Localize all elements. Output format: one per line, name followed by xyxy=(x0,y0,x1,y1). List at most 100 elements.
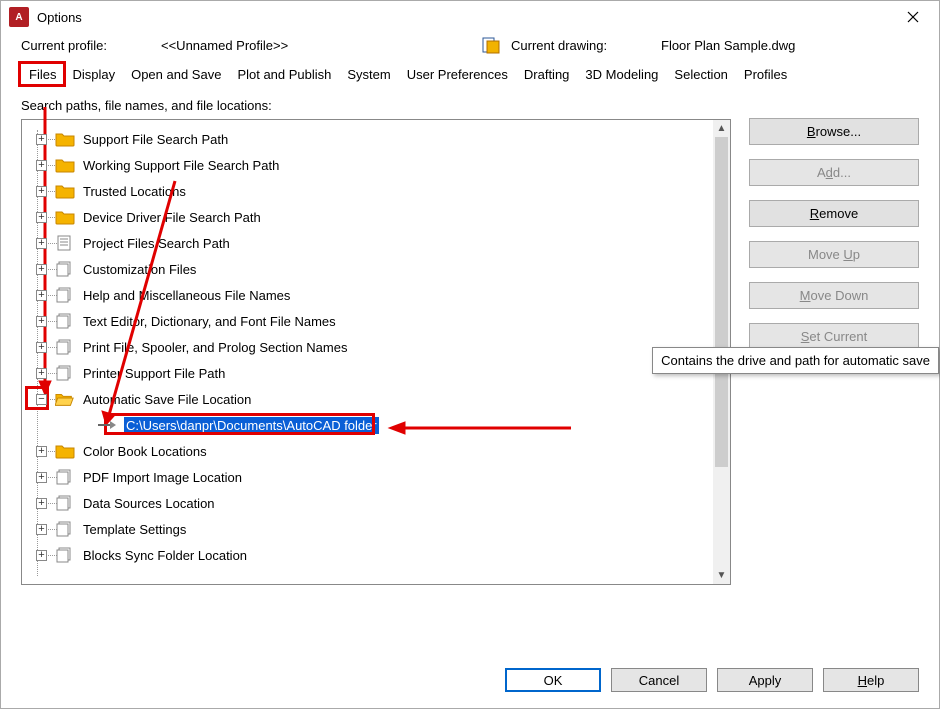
move-up-button[interactable]: Move Up xyxy=(749,241,919,268)
tab-system[interactable]: System xyxy=(339,63,398,88)
tree-node-label: Device Driver File Search Path xyxy=(83,210,261,225)
folder-icon xyxy=(55,209,75,225)
expand-toggle[interactable]: + xyxy=(36,368,47,379)
expand-toggle[interactable]: + xyxy=(36,186,47,197)
remove-button[interactable]: Remove xyxy=(749,200,919,227)
expand-toggle[interactable]: + xyxy=(36,524,47,535)
tree-node[interactable]: + Project Files Search Path xyxy=(26,230,726,256)
tree-node[interactable]: + Color Book Locations xyxy=(26,438,726,464)
folder-icon xyxy=(55,157,75,173)
expand-toggle[interactable]: − xyxy=(36,394,47,405)
tab-3d-modeling[interactable]: 3D Modeling xyxy=(577,63,666,88)
tooltip: Contains the drive and path for automati… xyxy=(652,347,939,374)
folder-open-icon xyxy=(55,391,75,407)
stack-icon xyxy=(55,495,75,511)
move-down-button[interactable]: Move Down xyxy=(749,282,919,309)
expand-toggle[interactable]: + xyxy=(36,472,47,483)
tab-plot-and-publish[interactable]: Plot and Publish xyxy=(229,63,339,88)
drawing-label: Current drawing: xyxy=(511,38,661,53)
tree-node[interactable]: + Support File Search Path xyxy=(26,126,726,152)
tab-strip: FilesDisplayOpen and SavePlot and Publis… xyxy=(1,63,939,88)
expand-toggle[interactable]: + xyxy=(36,134,47,145)
tab-profiles[interactable]: Profiles xyxy=(736,63,795,88)
tree-node[interactable]: + Working Support File Search Path xyxy=(26,152,726,178)
dialog-footer: OK Cancel Apply Help xyxy=(505,668,919,692)
tab-display[interactable]: Display xyxy=(64,63,123,88)
tree-node-label: Print File, Spooler, and Prolog Section … xyxy=(83,340,347,355)
drawing-value: Floor Plan Sample.dwg xyxy=(661,38,795,53)
side-button-panel: Browse... Add... Remove Move Up Move Dow… xyxy=(749,98,919,585)
profile-value: <<Unnamed Profile>> xyxy=(161,38,341,53)
tree-node[interactable]: + Blocks Sync Folder Location xyxy=(26,542,726,568)
tree-node[interactable]: + Help and Miscellaneous File Names xyxy=(26,282,726,308)
stack-icon xyxy=(55,339,75,355)
tab-files[interactable]: Files xyxy=(21,63,64,88)
drawing-file-icon xyxy=(481,35,501,55)
close-icon xyxy=(907,11,919,23)
ok-button[interactable]: OK xyxy=(505,668,601,692)
file-tree[interactable]: + Support File Search Path + Working Suppor… xyxy=(21,119,731,585)
tree-node-label: Help and Miscellaneous File Names xyxy=(83,288,290,303)
tree-child-node[interactable]: C:\Users\danpr\Documents\AutoCAD folder xyxy=(26,412,726,438)
tree-node[interactable]: +Customization Files xyxy=(26,256,726,282)
cancel-button[interactable]: Cancel xyxy=(611,668,707,692)
help-button[interactable]: Help xyxy=(823,668,919,692)
tree-node-label: PDF Import Image Location xyxy=(83,470,242,485)
tree-node-label: Project Files Search Path xyxy=(83,236,230,251)
expand-toggle[interactable]: + xyxy=(36,342,47,353)
tree-node[interactable]: + Print File, Spooler, and Prolog Section… xyxy=(26,334,726,360)
tree-node[interactable]: + Printer Support File Path xyxy=(26,360,726,386)
tab-selection[interactable]: Selection xyxy=(666,63,735,88)
scroll-up-button[interactable]: ▲ xyxy=(713,120,730,137)
set-current-button[interactable]: Set Current xyxy=(749,323,919,350)
scroll-down-button[interactable]: ▼ xyxy=(713,567,730,584)
tree-node-label: Text Editor, Dictionary, and Font File N… xyxy=(83,314,336,329)
expand-toggle[interactable]: + xyxy=(36,160,47,171)
expand-toggle[interactable]: + xyxy=(36,498,47,509)
tree-node-label: Color Book Locations xyxy=(83,444,207,459)
tree-node-label: Blocks Sync Folder Location xyxy=(83,548,247,563)
tree-node-label: Printer Support File Path xyxy=(83,366,225,381)
expand-toggle[interactable]: + xyxy=(36,212,47,223)
tree-node-label: Support File Search Path xyxy=(83,132,228,147)
expand-toggle[interactable]: + xyxy=(36,550,47,561)
tree-path-value: C:\Users\danpr\Documents\AutoCAD folder xyxy=(124,417,379,434)
stack-icon xyxy=(55,261,75,277)
scroll-thumb[interactable] xyxy=(715,137,728,467)
stack-icon xyxy=(55,547,75,563)
add-button[interactable]: Add... xyxy=(749,159,919,186)
close-button[interactable] xyxy=(891,1,935,33)
expand-toggle[interactable]: + xyxy=(36,264,47,275)
tree-node-label: Data Sources Location xyxy=(83,496,215,511)
expand-toggle[interactable]: + xyxy=(36,238,47,249)
expand-toggle[interactable]: + xyxy=(36,316,47,327)
stack-icon xyxy=(55,313,75,329)
folder-icon xyxy=(55,183,75,199)
stack-icon xyxy=(55,365,75,381)
tree-node-label: Trusted Locations xyxy=(83,184,186,199)
profile-label: Current profile: xyxy=(21,38,161,53)
tree-node[interactable]: − Automatic Save File Location xyxy=(26,386,726,412)
tree-node[interactable]: + Template Settings xyxy=(26,516,726,542)
stack-icon xyxy=(55,469,75,485)
tree-node[interactable]: + Data Sources Location xyxy=(26,490,726,516)
doc-icon xyxy=(55,235,75,251)
section-heading: Search paths, file names, and file locat… xyxy=(21,98,731,113)
profile-row: Current profile: <<Unnamed Profile>> Cur… xyxy=(1,33,939,63)
tab-open-and-save[interactable]: Open and Save xyxy=(123,63,229,88)
options-dialog: Options Current profile: <<Unnamed Profi… xyxy=(0,0,940,709)
tab-user-preferences[interactable]: User Preferences xyxy=(399,63,516,88)
expand-toggle[interactable]: + xyxy=(36,446,47,457)
browse-button[interactable]: Browse... xyxy=(749,118,919,145)
tree-node-label: Automatic Save File Location xyxy=(83,392,251,407)
folder-icon xyxy=(55,443,75,459)
tree-node-label: Template Settings xyxy=(83,522,186,537)
expand-toggle[interactable]: + xyxy=(36,290,47,301)
apply-button[interactable]: Apply xyxy=(717,668,813,692)
tree-node[interactable]: + Trusted Locations xyxy=(26,178,726,204)
tree-node[interactable]: + PDF Import Image Location xyxy=(26,464,726,490)
tab-drafting[interactable]: Drafting xyxy=(516,63,578,88)
tree-node[interactable]: + Text Editor, Dictionary, and Font File … xyxy=(26,308,726,334)
tree-node-label: Working Support File Search Path xyxy=(83,158,279,173)
tree-node[interactable]: + Device Driver File Search Path xyxy=(26,204,726,230)
